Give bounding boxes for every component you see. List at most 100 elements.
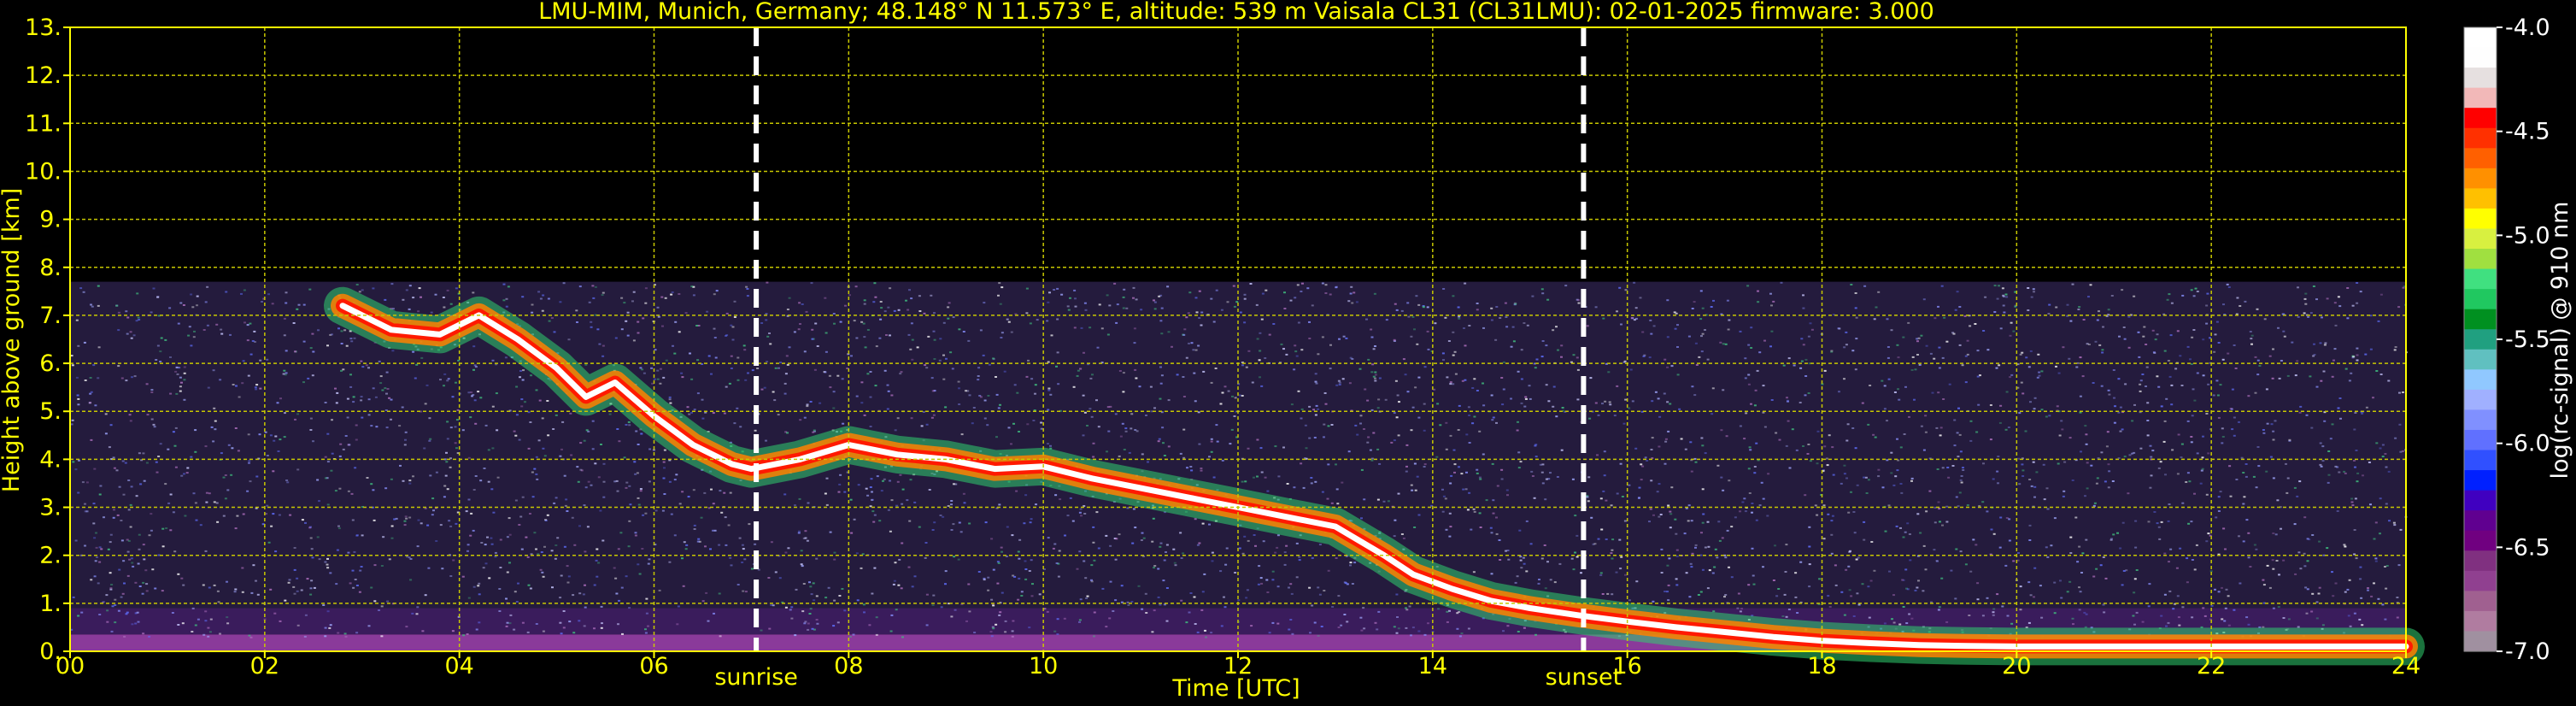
noise-pixel: [1370, 409, 1374, 411]
noise-pixel: [2346, 588, 2350, 591]
noise-pixel: [1840, 482, 1843, 485]
noise-pixel: [1654, 391, 1658, 393]
colorbar-segment: [2464, 389, 2497, 411]
noise-pixel: [2186, 345, 2190, 348]
noise-pixel: [1046, 610, 1049, 613]
noise-pixel: [408, 308, 411, 310]
noise-pixel: [535, 548, 537, 550]
noise-pixel: [1996, 470, 1999, 473]
noise-pixel: [395, 517, 398, 520]
noise-pixel: [1140, 539, 1143, 541]
noise-pixel: [530, 374, 532, 377]
noise-pixel: [586, 526, 590, 528]
noise-pixel: [1652, 325, 1656, 327]
noise-pixel: [889, 334, 891, 337]
noise-pixel: [1441, 488, 1444, 491]
noise-pixel: [2329, 438, 2332, 440]
noise-pixel: [1069, 497, 1072, 499]
noise-pixel: [120, 539, 124, 542]
noise-pixel: [142, 452, 145, 455]
noise-pixel: [1558, 562, 1562, 565]
colorbar-segment: [2464, 429, 2497, 451]
noise-pixel: [1728, 319, 1731, 321]
noise-pixel: [1913, 398, 1916, 401]
noise-pixel: [2071, 617, 2074, 620]
noise-pixel: [1525, 520, 1529, 522]
noise-pixel: [1426, 330, 1429, 332]
noise-pixel: [2373, 582, 2375, 585]
noise-pixel: [2085, 443, 2088, 445]
noise-pixel: [809, 608, 813, 610]
noise-pixel: [938, 359, 942, 362]
noise-pixel: [2102, 326, 2104, 328]
noise-pixel: [1101, 587, 1105, 590]
noise-pixel: [398, 425, 402, 427]
noise-pixel: [2095, 482, 2098, 485]
noise-pixel: [254, 386, 257, 389]
noise-pixel: [2397, 306, 2401, 309]
noise-pixel: [920, 425, 924, 427]
noise-pixel: [1502, 388, 1505, 391]
noise-pixel: [567, 575, 571, 578]
noise-pixel: [1630, 317, 1634, 319]
noise-pixel: [148, 635, 151, 638]
noise-pixel: [1989, 438, 1992, 441]
noise-pixel: [1413, 527, 1417, 528]
noise-pixel: [695, 325, 699, 327]
noise-pixel: [505, 625, 508, 627]
noise-pixel: [1366, 399, 1370, 402]
noise-pixel: [283, 317, 286, 320]
noise-pixel: [2164, 474, 2167, 476]
noise-pixel: [345, 344, 349, 347]
noise-pixel: [1854, 307, 1857, 309]
noise-pixel: [1955, 496, 1958, 498]
noise-pixel: [1534, 367, 1537, 369]
noise-pixel: [531, 496, 535, 498]
noise-pixel: [2233, 434, 2236, 437]
noise-pixel: [1918, 363, 1922, 366]
noise-pixel: [965, 620, 968, 622]
noise-pixel: [2250, 334, 2254, 337]
noise-pixel: [1924, 431, 1928, 433]
noise-pixel: [1231, 395, 1234, 397]
noise-pixel: [90, 579, 93, 581]
noise-pixel: [2079, 356, 2082, 359]
noise-pixel: [2326, 547, 2329, 550]
noise-pixel: [2356, 347, 2359, 350]
noise-pixel: [1576, 534, 1579, 537]
noise-pixel: [1916, 354, 1919, 356]
noise-pixel: [760, 629, 763, 632]
noise-pixel: [2017, 457, 2021, 460]
noise-pixel: [283, 334, 286, 337]
noise-pixel: [194, 429, 197, 432]
noise-pixel: [1722, 489, 1725, 491]
noise-pixel: [2286, 374, 2290, 377]
noise-pixel: [439, 524, 443, 527]
noise-pixel: [2045, 546, 2048, 549]
noise-pixel: [1857, 556, 1860, 559]
noise-pixel: [1549, 579, 1552, 581]
x-tick-label: 14: [1418, 653, 1447, 680]
noise-pixel: [2210, 604, 2214, 607]
noise-pixel: [546, 400, 549, 402]
noise-pixel: [798, 497, 801, 500]
noise-pixel: [508, 517, 511, 520]
noise-pixel: [1752, 583, 1756, 585]
noise-pixel: [1899, 446, 1903, 449]
noise-pixel: [2245, 519, 2249, 521]
noise-pixel: [461, 429, 465, 432]
noise-pixel: [326, 461, 330, 463]
noise-pixel: [256, 593, 260, 596]
noise-pixel: [1589, 377, 1593, 379]
noise-pixel: [253, 330, 256, 332]
noise-pixel: [1700, 350, 1704, 353]
noise-pixel: [179, 302, 183, 304]
noise-pixel: [2038, 374, 2041, 377]
noise-pixel: [252, 564, 255, 567]
noise-pixel: [1667, 599, 1670, 602]
noise-pixel: [1314, 480, 1317, 483]
noise-pixel: [1909, 559, 1912, 562]
noise-pixel: [2227, 595, 2230, 597]
noise-pixel: [537, 291, 541, 293]
noise-pixel: [1778, 438, 1781, 441]
